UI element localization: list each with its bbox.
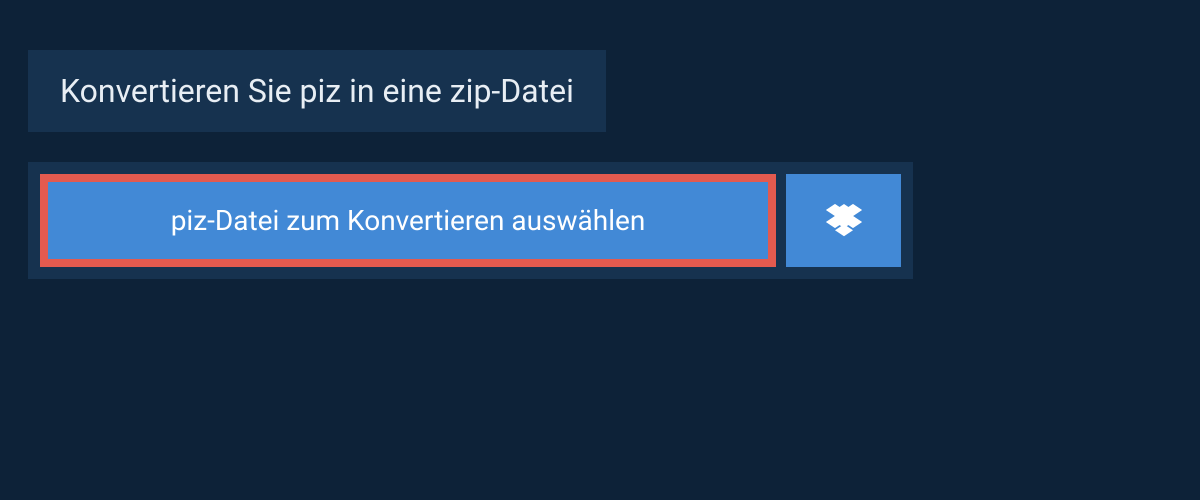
dropbox-icon	[826, 201, 862, 241]
main-container: Konvertieren Sie piz in eine zip-Datei p…	[0, 0, 1200, 279]
upload-section: piz-Datei zum Konvertieren auswählen	[28, 162, 913, 279]
select-file-button[interactable]: piz-Datei zum Konvertieren auswählen	[40, 174, 776, 267]
page-title: Konvertieren Sie piz in eine zip-Datei	[60, 72, 574, 110]
dropbox-button[interactable]	[786, 174, 901, 267]
select-file-label: piz-Datei zum Konvertieren auswählen	[171, 204, 646, 237]
header-bar: Konvertieren Sie piz in eine zip-Datei	[28, 50, 606, 132]
